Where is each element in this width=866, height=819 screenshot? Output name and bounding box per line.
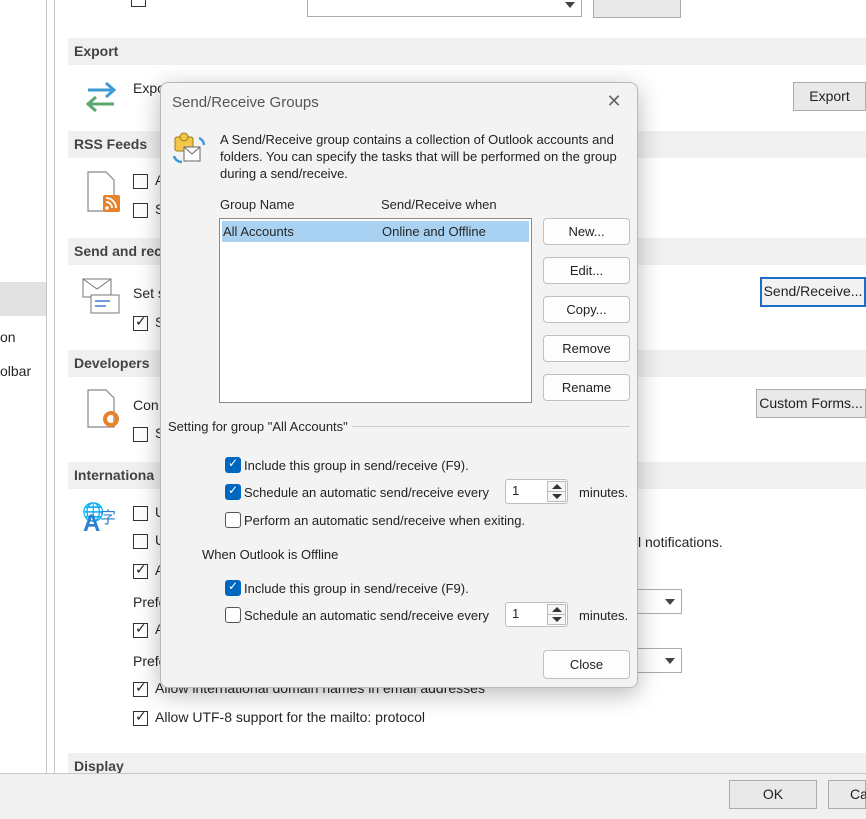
top-partial-field[interactable] (307, 0, 582, 17)
rss-option-1-checkbox[interactable] (133, 174, 148, 189)
send-receive-button[interactable]: Send/Receive... (760, 277, 866, 307)
preference-1-dropdown[interactable] (636, 589, 682, 614)
browse-button[interactable] (593, 0, 681, 18)
offline-minutes-label: minutes. (579, 608, 629, 623)
dialog-title: Send/Receive Groups (172, 94, 319, 111)
online-include-label: Include this group in send/receive (F9). (244, 458, 469, 473)
custom-forms-button[interactable]: Custom Forms... (756, 389, 866, 418)
international-option-1-checkbox[interactable] (133, 506, 148, 521)
international-option-3-checkbox[interactable] (133, 562, 148, 579)
cancel-button[interactable]: Ca (828, 780, 866, 809)
export-section-header: Export (68, 38, 866, 65)
send-receive-when-column-header[interactable]: Send/Receive when (381, 197, 497, 212)
rename-group-button[interactable]: Rename (543, 374, 630, 401)
category-item-toolbar[interactable]: olbar (0, 363, 31, 379)
online-schedule-label: Schedule an automatic send/receive every (244, 485, 489, 500)
online-minutes-label: minutes. (579, 485, 629, 500)
preference-2-dropdown[interactable] (636, 648, 682, 673)
offline-interval-value: 1 (512, 606, 520, 621)
groups-list[interactable]: All Accounts Online and Offline (219, 218, 532, 403)
close-button[interactable]: Close (543, 650, 630, 679)
close-icon[interactable]: ✕ (603, 91, 625, 113)
copy-group-button[interactable]: Copy... (543, 296, 630, 323)
decrement-arrow-icon[interactable] (547, 491, 566, 502)
group-when-cell: Online and Offline (382, 224, 486, 239)
list-item[interactable]: All Accounts Online and Offline (222, 221, 529, 242)
online-include-checkbox[interactable] (225, 456, 241, 473)
utf8-mailto-checkbox[interactable] (133, 709, 148, 726)
ok-button[interactable]: OK (729, 780, 817, 809)
custom-forms-gear-icon (87, 389, 119, 428)
options-category-pane: on olbar (0, 0, 47, 773)
online-exiting-label: Perform an automatic send/receive when e… (244, 513, 526, 528)
remove-group-button[interactable]: Remove (543, 335, 630, 362)
new-group-button[interactable]: New... (543, 218, 630, 245)
utf8-mailto-label: Allow UTF-8 support for the mailto: prot… (155, 709, 425, 725)
developers-description: Con (133, 397, 159, 413)
decrement-arrow-icon[interactable] (547, 614, 566, 625)
category-item-on[interactable]: on (0, 329, 16, 345)
group-name-cell: All Accounts (223, 224, 294, 239)
developers-option-checkbox[interactable] (133, 427, 148, 442)
export-button[interactable]: Export (793, 82, 866, 111)
online-interval-stepper[interactable]: 1 (505, 479, 568, 504)
dialog-description: A Send/Receive group contains a collecti… (220, 132, 617, 181)
offline-schedule-checkbox[interactable] (225, 607, 241, 623)
send-receive-envelopes-icon (82, 278, 120, 314)
international-language-icon: 🌐 A 字 (82, 502, 117, 537)
send-receive-groups-dialog: Send/Receive Groups ✕ A Send/Receive gro… (160, 82, 638, 688)
online-schedule-checkbox[interactable] (225, 483, 241, 500)
idn-checkbox[interactable] (133, 680, 148, 697)
offline-interval-stepper[interactable]: 1 (505, 602, 568, 627)
offline-include-label: Include this group in send/receive (F9). (244, 581, 469, 596)
group-settings-caption: Setting for group "All Accounts" (168, 419, 352, 434)
international-option-4-checkbox[interactable] (133, 621, 148, 638)
options-button-bar: OK Ca (0, 773, 866, 819)
send-receive-option-checkbox[interactable] (133, 314, 148, 331)
group-name-column-header[interactable]: Group Name (220, 197, 294, 212)
display-section-header: Display (68, 753, 866, 774)
export-arrows-icon (85, 81, 117, 113)
online-exiting-checkbox[interactable] (225, 512, 241, 528)
rss-feed-icon (87, 171, 120, 212)
selected-category[interactable] (0, 282, 46, 316)
notifications-label-tail: l notifications. (638, 534, 723, 550)
international-option-2-checkbox[interactable] (133, 534, 148, 549)
top-partial-checkbox[interactable] (131, 0, 146, 7)
rss-option-2-checkbox[interactable] (133, 203, 148, 218)
offline-caption: When Outlook is Offline (202, 547, 339, 562)
send-receive-groups-icon (172, 132, 206, 164)
offline-schedule-label: Schedule an automatic send/receive every (244, 608, 489, 623)
online-interval-value: 1 (512, 483, 520, 498)
edit-group-button[interactable]: Edit... (543, 257, 630, 284)
offline-include-checkbox[interactable] (225, 579, 241, 596)
